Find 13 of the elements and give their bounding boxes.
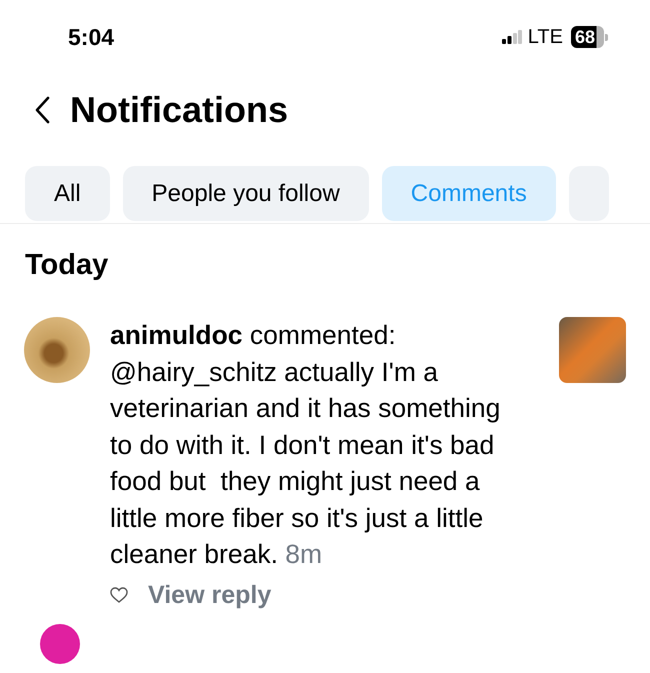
notification-text: animuldoc commented: @hairy_schitz actually I'm a veterinarian and it has something to do with it. I don't mean it's bad food but they might just need a little more fiber so it's just a little cleaner break. 8m [110,319,502,571]
view-reply-link[interactable]: View reply [148,580,272,610]
filter-tab[interactable]: People you follow [122,166,369,221]
page-title: Notifications [70,89,288,131]
heart-icon [110,587,128,603]
avatar[interactable] [40,624,80,664]
battery-indicator: 68 [570,26,604,48]
signal-icon [502,30,522,44]
filter-tab[interactable]: All [25,166,110,221]
status-time: 5:04 [68,24,114,50]
back-icon [34,96,50,124]
section-heading: Today [24,248,110,283]
network-label: LTE [528,26,563,48]
